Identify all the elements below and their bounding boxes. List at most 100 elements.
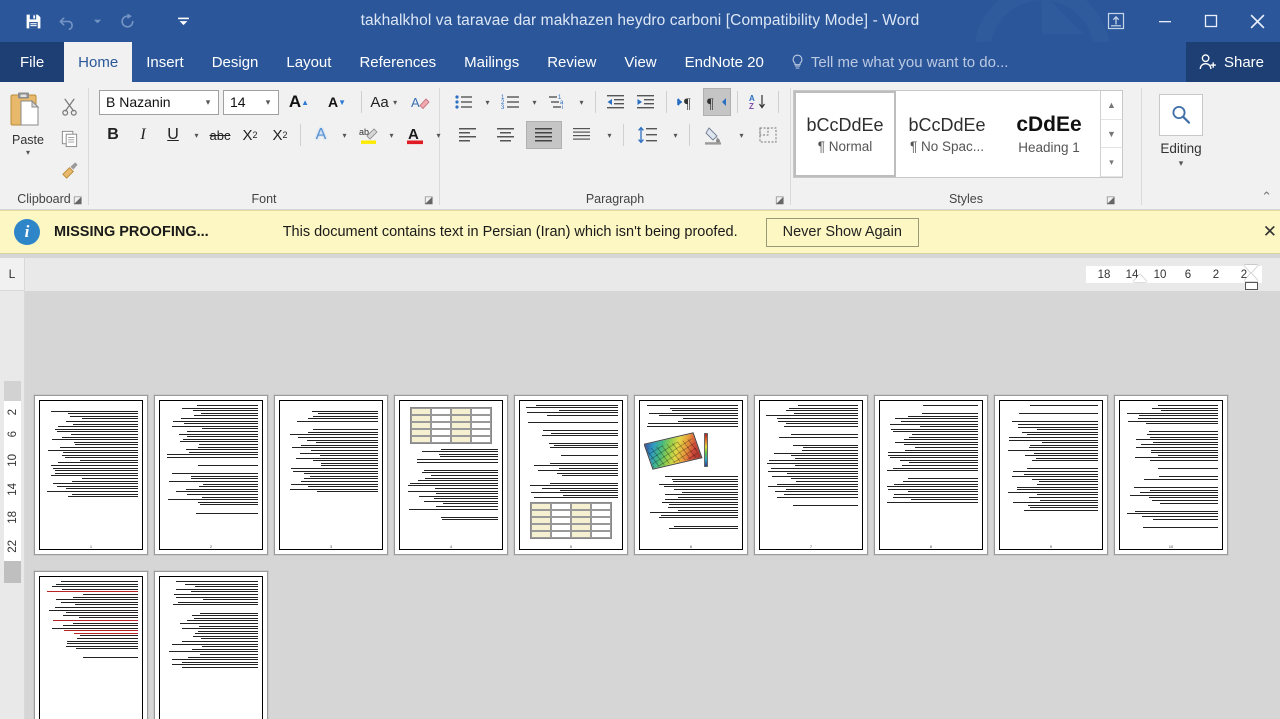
customize-qat-button[interactable]: [166, 6, 200, 36]
style-item-no-spacing[interactable]: bCcDdEe ¶ No Spac...: [896, 91, 998, 177]
info-bar-close-button[interactable]: ✕: [1263, 222, 1277, 242]
clear-formatting-button[interactable]: A: [406, 88, 434, 116]
first-line-indent-marker[interactable]: [1133, 274, 1147, 282]
cut-button[interactable]: [55, 92, 83, 120]
numbering-button[interactable]: 1 2 3: [497, 88, 525, 116]
tab-mailings[interactable]: Mailings: [450, 42, 533, 82]
chevron-down-icon[interactable]: ▾: [260, 97, 276, 108]
decrease-indent-button[interactable]: [602, 88, 630, 116]
font-color-button[interactable]: A: [401, 121, 429, 149]
style-item-heading-1[interactable]: cDdEe Heading 1: [998, 91, 1100, 177]
styles-scroll-up-button[interactable]: ▲: [1101, 91, 1122, 120]
shading-button[interactable]: [696, 121, 732, 149]
page-thumbnail[interactable]: 1: [34, 395, 148, 555]
minimize-button[interactable]: [1142, 0, 1188, 42]
tab-stop-selector[interactable]: L: [0, 258, 25, 291]
sort-button[interactable]: A Z: [744, 88, 772, 116]
shading-dropdown[interactable]: ▾: [734, 121, 749, 149]
font-name-combo[interactable]: B Nazanin ▾: [99, 89, 219, 115]
page-thumbnail[interactable]: 2: [154, 395, 268, 555]
tab-review[interactable]: Review: [533, 42, 610, 82]
styles-scroll-down-button[interactable]: ▼: [1101, 120, 1122, 149]
ribbon-display-options-button[interactable]: [1090, 0, 1142, 42]
increase-indent-button[interactable]: [632, 88, 660, 116]
bold-button[interactable]: B: [99, 121, 127, 149]
multilevel-list-button[interactable]: 1 a i: [544, 88, 572, 116]
change-case-button[interactable]: Aa ▾: [368, 88, 404, 116]
text-highlight-color-button[interactable]: ab: [354, 121, 382, 149]
line-spacing-button[interactable]: [630, 121, 666, 149]
page-thumbnail[interactable]: 7: [754, 395, 868, 555]
tab-design[interactable]: Design: [198, 42, 273, 82]
page-thumbnail[interactable]: 11: [34, 571, 148, 719]
subscript-button[interactable]: X2: [236, 121, 264, 149]
strikethrough-button[interactable]: abc: [206, 121, 234, 149]
text-effects-dropdown[interactable]: ▾: [337, 121, 352, 149]
document-canvas[interactable]: 123456789101112: [25, 291, 1280, 719]
share-button[interactable]: Share: [1185, 42, 1280, 82]
text-effects-button[interactable]: A: [307, 121, 335, 149]
underline-dropdown[interactable]: ▾: [189, 121, 204, 149]
redo-button[interactable]: [110, 6, 144, 36]
page-thumbnail[interactable]: 8: [874, 395, 988, 555]
align-distributed-button[interactable]: [564, 121, 600, 149]
never-show-again-button[interactable]: Never Show Again: [765, 217, 919, 247]
numbering-dropdown[interactable]: ▾: [527, 88, 542, 116]
undo-dropdown[interactable]: [84, 6, 110, 36]
tab-home[interactable]: Home: [64, 42, 133, 82]
bullets-dropdown[interactable]: ▾: [480, 88, 495, 116]
right-indent-marker[interactable]: [1244, 265, 1258, 273]
paste-button[interactable]: Paste ▾: [5, 88, 51, 157]
left-indent-box[interactable]: [1245, 282, 1258, 290]
page-thumbnail[interactable]: 5: [514, 395, 628, 555]
styles-more-button[interactable]: ▾: [1101, 148, 1122, 178]
align-center-button[interactable]: [488, 121, 524, 149]
align-justify-button[interactable]: [526, 121, 562, 149]
page-thumbnail[interactable]: 10: [1114, 395, 1228, 555]
format-painter-button[interactable]: [55, 156, 83, 184]
shrink-font-button[interactable]: A ▼: [319, 88, 355, 116]
ltr-text-direction-button[interactable]: ¶: [673, 88, 701, 116]
align-left-button[interactable]: [450, 121, 486, 149]
editing-icon-box[interactable]: [1159, 94, 1203, 136]
vertical-ruler[interactable]: 2 6 10 14 18 22: [0, 291, 25, 719]
bullets-button[interactable]: [450, 88, 478, 116]
page-thumbnail[interactable]: 3: [274, 395, 388, 555]
tab-view[interactable]: View: [610, 42, 670, 82]
line-spacing-dropdown[interactable]: ▾: [668, 121, 683, 149]
hanging-indent-marker[interactable]: [1244, 273, 1258, 281]
style-item-normal[interactable]: bCcDdEe ¶ Normal: [794, 91, 896, 177]
tab-layout[interactable]: Layout: [272, 42, 345, 82]
collapse-ribbon-button[interactable]: ⌃: [1261, 189, 1272, 205]
font-size-combo[interactable]: 14 ▾: [223, 89, 279, 115]
underline-button[interactable]: U: [159, 121, 187, 149]
paste-dropdown-arrow[interactable]: ▾: [26, 148, 30, 157]
copy-button[interactable]: [55, 124, 83, 152]
close-button[interactable]: [1234, 0, 1280, 42]
save-button[interactable]: [16, 6, 50, 36]
page-thumbnail[interactable]: 12: [154, 571, 268, 719]
tab-endnote-20[interactable]: EndNote 20: [671, 42, 778, 82]
clipboard-dialog-launcher[interactable]: ◪: [73, 195, 84, 206]
rtl-text-direction-button[interactable]: ¶: [703, 88, 731, 116]
superscript-button[interactable]: X2: [266, 121, 294, 149]
restore-button[interactable]: [1188, 0, 1234, 42]
editing-dropdown-arrow[interactable]: ▾: [1179, 158, 1184, 169]
undo-button[interactable]: [50, 6, 84, 36]
font-dialog-launcher[interactable]: ◪: [424, 195, 435, 206]
highlight-color-dropdown[interactable]: ▾: [384, 121, 399, 149]
page-thumbnail[interactable]: 9: [994, 395, 1108, 555]
page-thumbnail[interactable]: 4: [394, 395, 508, 555]
styles-dialog-launcher[interactable]: ◪: [1106, 195, 1117, 206]
editing-button[interactable]: Editing ▾: [1147, 88, 1215, 169]
grow-font-button[interactable]: A ▲: [281, 88, 317, 116]
tab-insert[interactable]: Insert: [132, 42, 198, 82]
tab-references[interactable]: References: [345, 42, 450, 82]
page-thumbnail[interactable]: 6: [634, 395, 748, 555]
multilevel-list-dropdown[interactable]: ▾: [574, 88, 589, 116]
paragraph-dialog-launcher[interactable]: ◪: [775, 195, 786, 206]
chevron-down-icon[interactable]: ▾: [200, 97, 216, 108]
tab-file[interactable]: File: [0, 42, 65, 82]
horizontal-ruler[interactable]: 18 14 10 6 2 2: [25, 258, 1280, 291]
align-dropdown[interactable]: ▾: [602, 121, 617, 149]
